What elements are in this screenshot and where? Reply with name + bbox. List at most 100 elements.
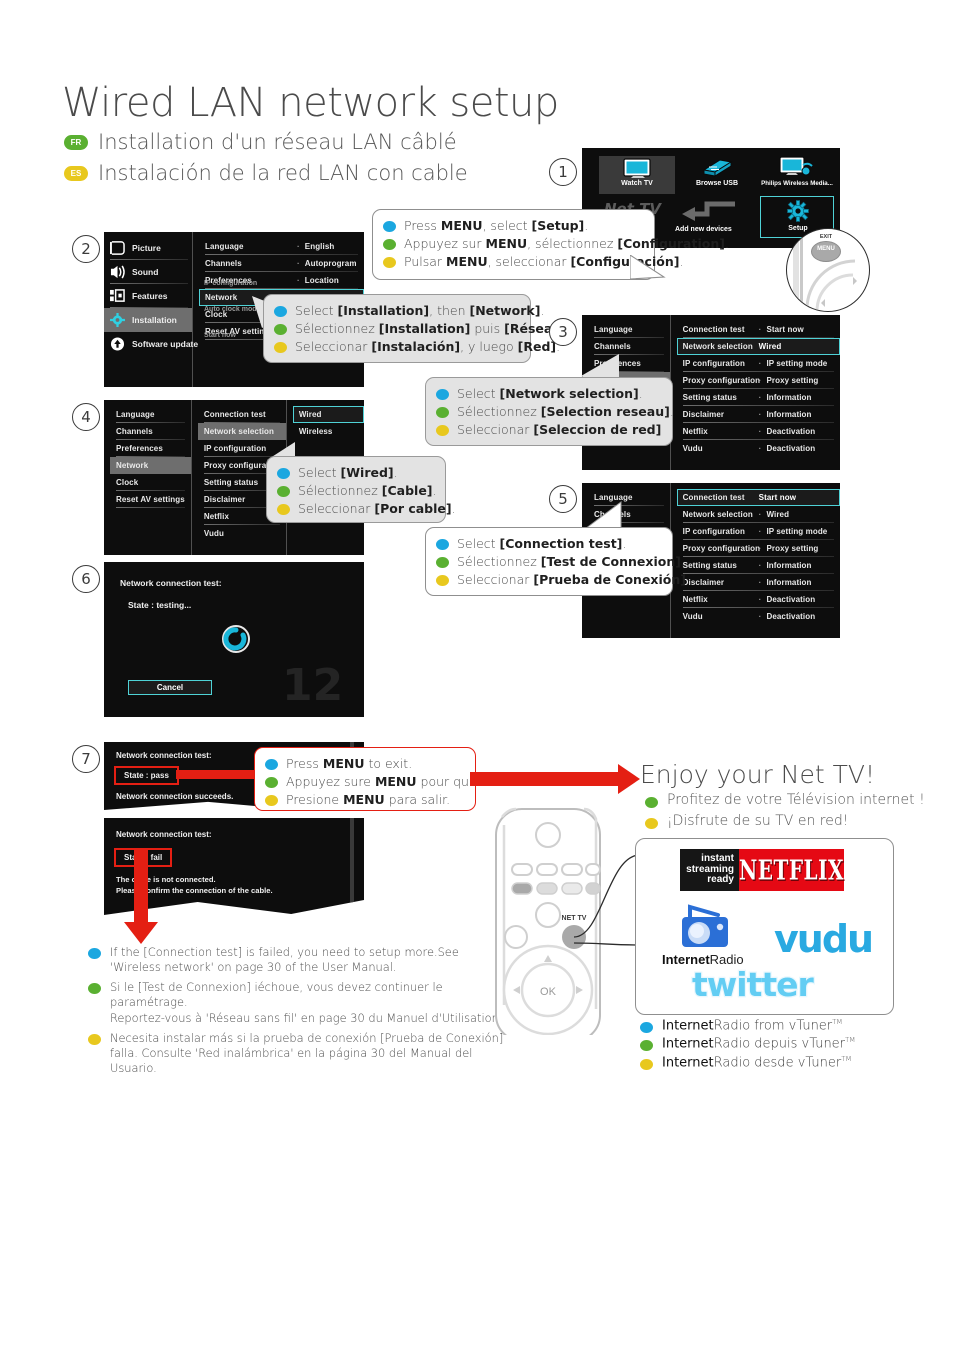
- menu-row[interactable]: Channels · Autoprogram: [199, 255, 364, 272]
- callout-step3: Select [Network selection]. Sélectionnez…: [425, 377, 674, 446]
- netflix-logo: instant streaming ready NETFLIX: [680, 849, 844, 891]
- add-device-icon: [682, 201, 735, 221]
- sidebar-item-software-update[interactable]: Software update: [104, 332, 198, 356]
- callout-step1: Press MENU, select [Setup]. Appuyez sur …: [372, 209, 729, 280]
- leader-lines: [573, 854, 641, 946]
- menu-row[interactable]: Preferences: [110, 440, 191, 457]
- fr-dot-icon: [436, 556, 449, 568]
- es-dot-icon: [436, 424, 449, 436]
- red-arrow-to-enjoy-icon: [470, 764, 640, 794]
- scrollbar[interactable]: [350, 818, 354, 904]
- callout5-en: Select [Connection test].: [436, 535, 660, 553]
- svg-text:OK: OK: [540, 986, 557, 998]
- step-number-4: 4: [72, 403, 100, 431]
- callout3-fr: Sélectionnez [Selection reseau].: [436, 403, 674, 421]
- sidebar-label: Picture: [132, 243, 161, 253]
- menu-row[interactable]: Language · English: [199, 238, 364, 255]
- callout7-fr: Appuyez sure MENU pour quitter.: [265, 773, 498, 791]
- menu-row[interactable]: Disclaimer · Information: [677, 574, 840, 591]
- fr-dot-icon: [383, 238, 396, 250]
- cancel-button-label: Cancel: [156, 683, 184, 692]
- step-number-6: 6: [72, 565, 100, 593]
- loading-spinner-icon: [222, 625, 250, 653]
- menu-row[interactable]: Reset AV settings: [110, 491, 191, 508]
- en-dot-icon: [383, 221, 396, 232]
- callout3-es: Seleccionar [Seleccion de red]: [436, 421, 661, 439]
- menu-row[interactable]: Setting status · Information: [677, 557, 840, 574]
- installation-gear-icon: [110, 313, 125, 327]
- callout1-en: Press MENU, select [Setup].: [383, 217, 642, 235]
- callout4-fr: Sélectionnez [Cable].: [277, 482, 437, 500]
- page-title: Wired LAN network setup: [62, 80, 559, 126]
- menu-row-network[interactable]: Network: [110, 457, 191, 474]
- callout7-es: Presione MENU para salir.: [265, 791, 463, 809]
- footnotes: If the [Connection test] is failed, you …: [88, 945, 508, 1076]
- menu-row-connection-test-selected[interactable]: Connection test Start now: [676, 489, 840, 506]
- page-number-watermark: 12: [282, 660, 344, 711]
- callout5-es: Seleccionar [Prueba de Conexión].: [436, 571, 690, 589]
- step-number-5: 5: [549, 485, 577, 513]
- menu-row[interactable]: Vudu · Deactivation: [677, 608, 840, 625]
- callout-step7: Press MENU to exit. Appuyez sure MENU po…: [254, 747, 498, 811]
- menu-row[interactable]: Connection test: [198, 406, 286, 423]
- sidebar-item-installation[interactable]: Installation: [104, 308, 192, 332]
- es-badge-icon: ES: [64, 165, 88, 181]
- footnote-en: If the [Connection test] is failed, you …: [88, 945, 508, 975]
- menu-row[interactable]: Network selection · Wired: [677, 506, 840, 523]
- fr-badge-icon: FR: [64, 134, 88, 150]
- vtuner-es: InternetRadio desde vTunerTM: [640, 1055, 855, 1070]
- menu-row[interactable]: Language: [110, 406, 191, 423]
- es-dot-icon: [265, 794, 278, 806]
- menu-row[interactable]: Language: [588, 321, 670, 338]
- vtuner-credits: InternetRadio from vTunerTM InternetRadi…: [640, 1018, 855, 1070]
- menu-row[interactable]: IP configuration · IP setting mode: [677, 355, 840, 372]
- footnote-fr: Si le [Test de Connexion] iéchoue, vous …: [88, 980, 508, 1025]
- menu-row-network-selection[interactable]: Network selection: [197, 423, 286, 440]
- menu-row[interactable]: Proxy configuration · Proxy setting: [677, 540, 840, 557]
- test-fail-title: Network connection test:: [116, 830, 212, 839]
- menu-row[interactable]: Disclaimer · Information: [677, 406, 840, 423]
- es-dot-icon: [645, 817, 658, 829]
- menu-row-network-selection-selected[interactable]: Network selection Wired: [676, 338, 840, 355]
- fr-dot-icon: [640, 1040, 653, 1052]
- cancel-button[interactable]: Cancel: [128, 680, 212, 695]
- es-dot-icon: [277, 503, 290, 515]
- menu-row[interactable]: IP configuration · IP setting mode: [677, 523, 840, 540]
- callout4-es: Seleccionar [Por cable].: [277, 500, 456, 518]
- menu-row[interactable]: Channels: [110, 423, 191, 440]
- callout5-fr: Sélectionnez [Test de Connexion].: [436, 553, 685, 571]
- menu-row[interactable]: Clock: [110, 474, 191, 491]
- remote-zoom-circle: MENU EXIT: [786, 228, 870, 312]
- menu-row[interactable]: Netflix · Deactivation: [677, 591, 840, 608]
- menu-row[interactable]: Netflix · Deactivation: [677, 423, 840, 440]
- fr-dot-icon: [436, 406, 449, 418]
- sidebar-item-picture[interactable]: Picture: [104, 236, 192, 260]
- fr-dot-icon: [645, 796, 658, 808]
- menu-row[interactable]: Vudu · Deactivation: [677, 440, 840, 457]
- home-item-watch-tv[interactable]: Watch TV: [599, 156, 675, 194]
- subtitle-fr: Installation d'un réseau LAN câblé: [98, 130, 457, 154]
- home-item-label: Browse USB: [695, 180, 738, 187]
- menu-row[interactable]: Vudu: [198, 525, 286, 542]
- sidebar-item-features[interactable]: Features: [104, 284, 192, 308]
- services-logo-box: instant streaming ready NETFLIX Internet…: [635, 838, 894, 1015]
- callout-step2: Select [Installation], then [Network]. S…: [263, 294, 571, 363]
- menu-row[interactable]: Connection test · Start now: [677, 321, 840, 338]
- home-item-browse-usb[interactable]: Browse USB: [682, 156, 752, 194]
- option-wireless[interactable]: Wireless: [293, 423, 364, 440]
- menu-row[interactable]: Setting status · Information: [677, 389, 840, 406]
- en-dot-icon: [640, 1022, 653, 1034]
- option-wired-selected[interactable]: Wired: [292, 406, 364, 423]
- exit-label: EXIT: [819, 234, 833, 240]
- en-dot-icon: [265, 759, 278, 770]
- es-dot-icon: [274, 341, 287, 353]
- software-update-icon: [110, 337, 125, 351]
- callout1-tail: [630, 255, 666, 280]
- callout1-fr: Appuyez sur MENU, sélectionnez [Configur…: [383, 235, 729, 253]
- sidebar-item-sound[interactable]: Sound: [104, 260, 192, 284]
- menu-row[interactable]: Proxy configuration · Proxy setting: [677, 372, 840, 389]
- callout-step5: Select [Connection test]. Sélectionnez […: [425, 527, 690, 596]
- test-pass-title: Network connection test:: [116, 751, 212, 760]
- sidebar-label: Features: [132, 291, 168, 301]
- home-item-wireless-media[interactable]: Philips Wireless Media...: [757, 156, 837, 194]
